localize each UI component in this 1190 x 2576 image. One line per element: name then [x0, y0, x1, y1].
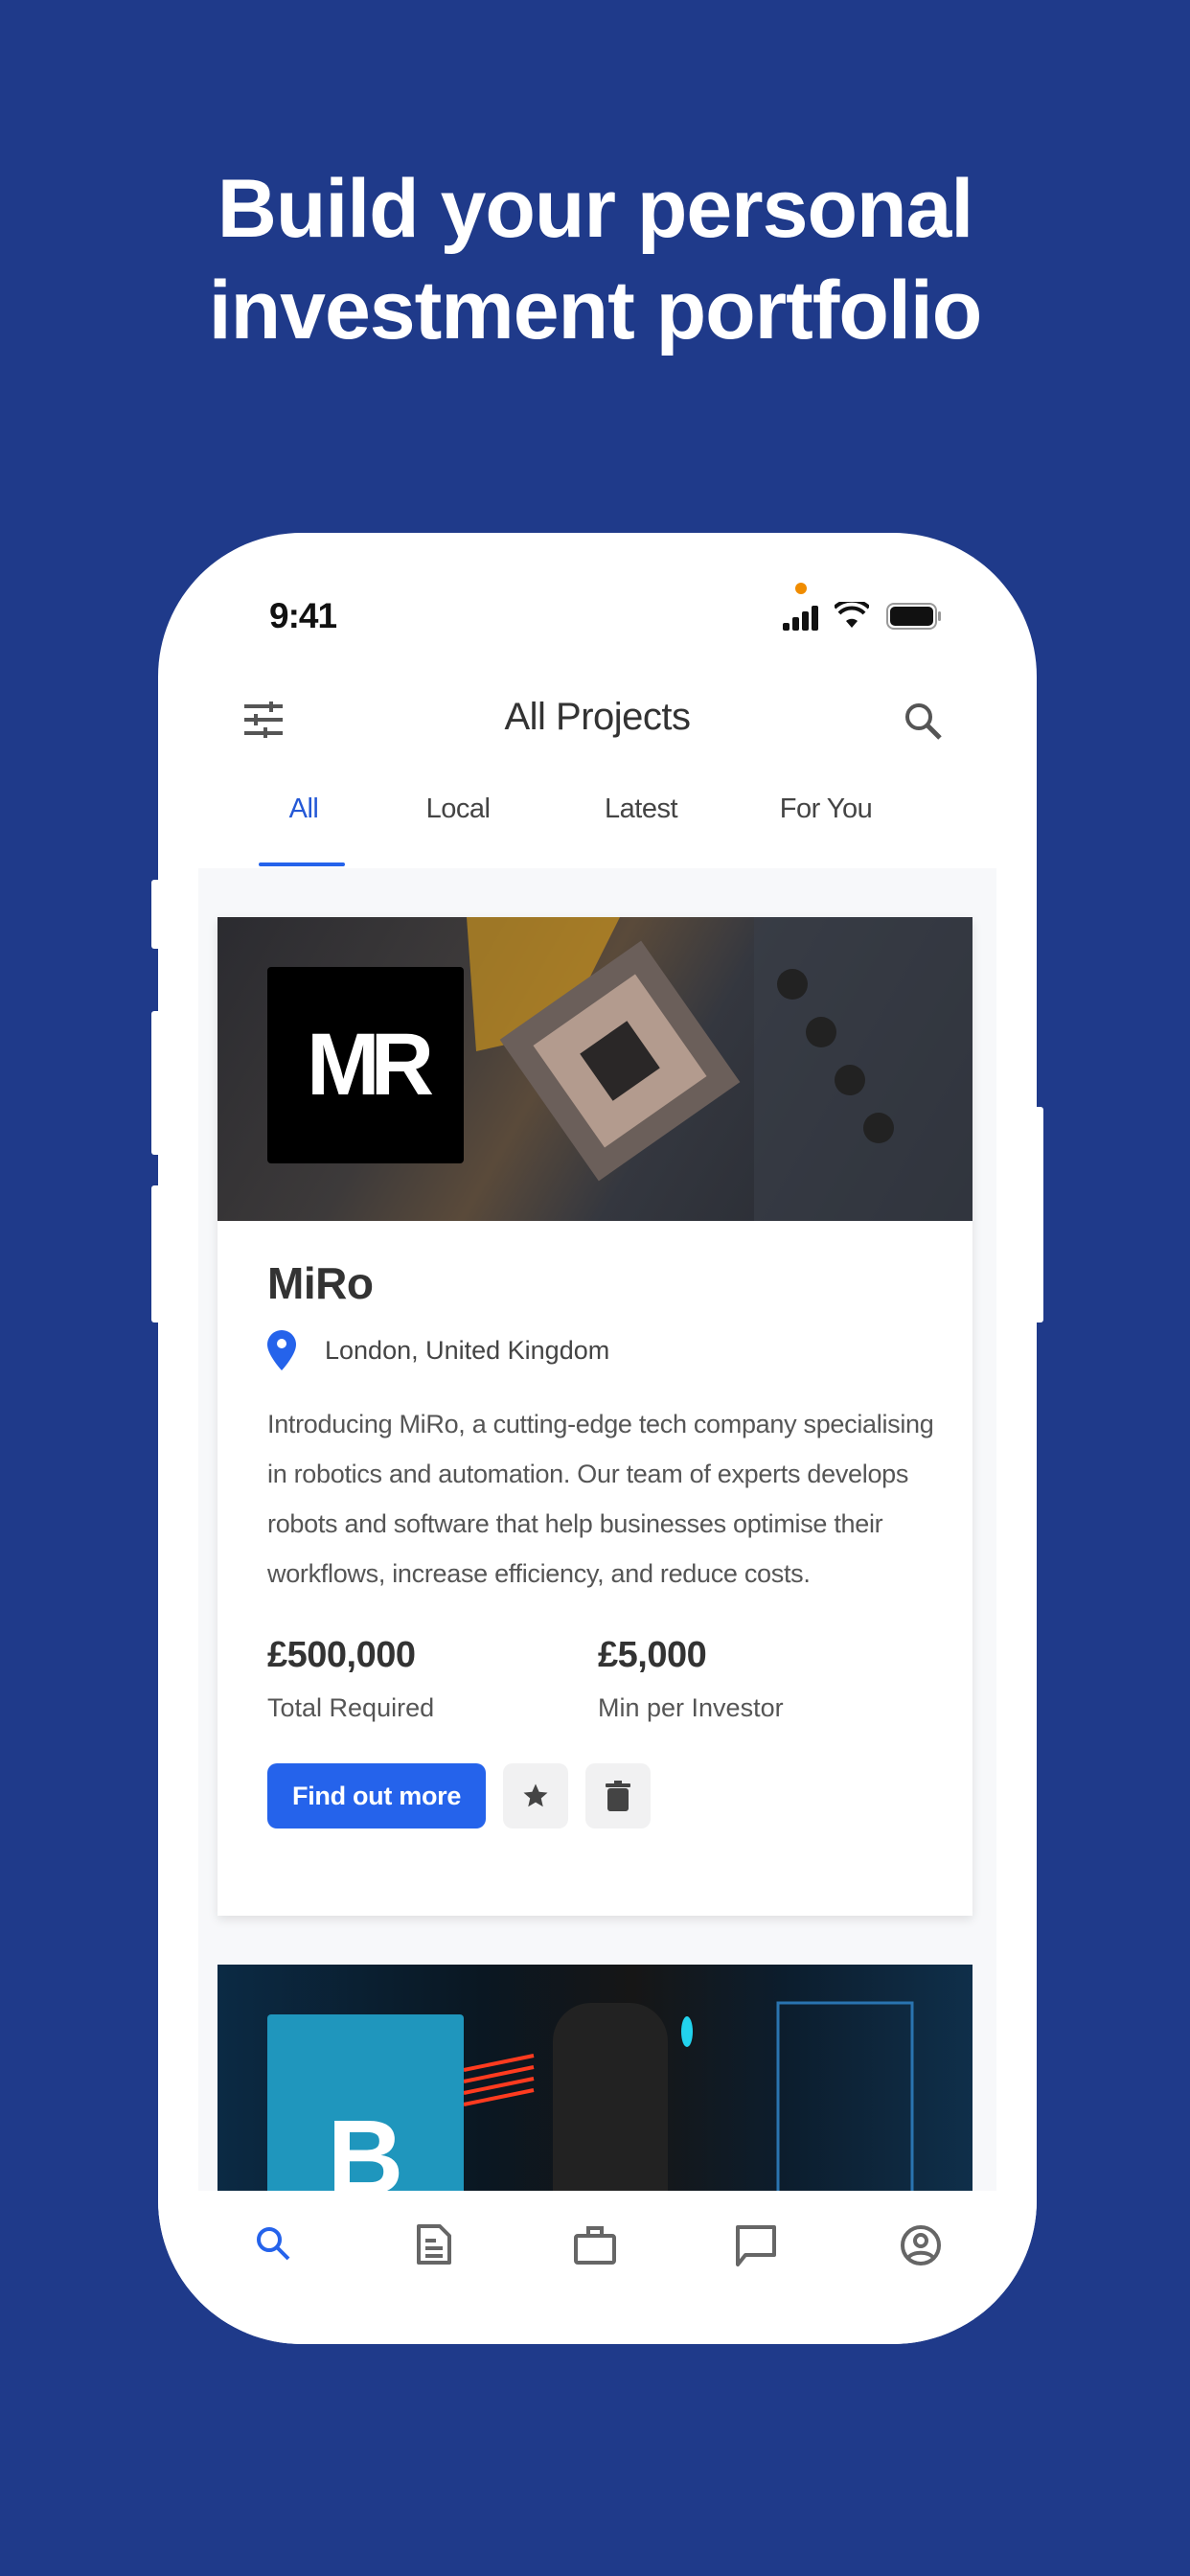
project-card: MR MiRo London, United Kingdom Introduci…	[217, 917, 973, 1916]
nav-portfolio[interactable]	[574, 2224, 616, 2269]
stat-min-per-investor: £5,000 Min per Investor	[598, 1635, 928, 1723]
project-card-preview[interactable]: B	[217, 1965, 973, 2191]
search-icon	[257, 2227, 290, 2261]
chat-icon	[736, 2225, 776, 2266]
status-time: 9:41	[269, 596, 337, 635]
tab-for-you[interactable]: For You	[780, 794, 873, 825]
status-bar: 9:41	[158, 533, 1037, 657]
tab-bar: All Local Latest For You	[158, 784, 1037, 870]
find-out-more-button[interactable]: Find out more	[267, 1763, 487, 1828]
nav-search[interactable]	[254, 2224, 292, 2267]
project-logo: B	[267, 2014, 464, 2191]
active-tab-indicator	[259, 862, 345, 866]
project-name: MiRo	[267, 1258, 374, 1308]
min-per-investor-value: £5,000	[598, 1635, 707, 1675]
headline-line-2: investment portfolio	[208, 264, 983, 356]
star-icon	[523, 1783, 548, 1807]
account-circle-icon	[901, 2225, 941, 2266]
total-required-label: Total Required	[267, 1693, 435, 1722]
location-text: London, United Kingdom	[325, 1335, 610, 1365]
min-per-investor-label: Min per Investor	[598, 1693, 784, 1722]
total-required-value: £500,000	[267, 1635, 416, 1675]
location-pin-icon	[267, 1330, 296, 1370]
nav-messages[interactable]	[735, 2224, 777, 2271]
bottom-nav	[158, 2191, 1037, 2344]
project-logo: MR	[267, 967, 464, 1163]
project-feed[interactable]: MR MiRo London, United Kingdom Introduci…	[198, 868, 996, 2191]
project-hero-image: MR	[217, 917, 973, 1221]
app-bar: All Projects	[158, 677, 1037, 753]
briefcase-icon	[574, 2226, 616, 2265]
tab-latest[interactable]: Latest	[605, 794, 678, 825]
tab-all[interactable]: All	[289, 794, 319, 825]
nav-documents[interactable]	[415, 2224, 453, 2269]
tab-local[interactable]: Local	[426, 794, 491, 825]
battery-icon	[886, 603, 941, 630]
nav-profile[interactable]	[900, 2224, 942, 2271]
wifi-icon	[835, 602, 869, 628]
search-icon[interactable]	[904, 702, 942, 740]
headline: Build your personal investment portfolio	[0, 158, 1190, 361]
project-card-body: MiRo London, United Kingdom Introducing …	[267, 1221, 934, 1828]
project-stats: £500,000 Total Required £5,000 Min per I…	[267, 1635, 934, 1723]
project-description: Introducing MiRo, a cutting-edge tech co…	[267, 1410, 934, 1588]
favourite-button[interactable]	[503, 1763, 569, 1828]
privacy-indicator-dot	[795, 583, 807, 594]
document-icon	[417, 2224, 451, 2265]
project-actions: Find out more	[267, 1763, 934, 1828]
stat-total-required: £500,000 Total Required	[267, 1635, 598, 1723]
project-location: London, United Kingdom	[267, 1330, 934, 1370]
headline-line-1: Build your personal	[217, 163, 974, 255]
phone-frame: 9:41 All Projects All Local Latest For Y…	[158, 533, 1037, 2344]
delete-button[interactable]	[585, 1763, 652, 1828]
trash-icon	[606, 1781, 631, 1811]
cellular-signal-icon	[783, 606, 818, 631]
